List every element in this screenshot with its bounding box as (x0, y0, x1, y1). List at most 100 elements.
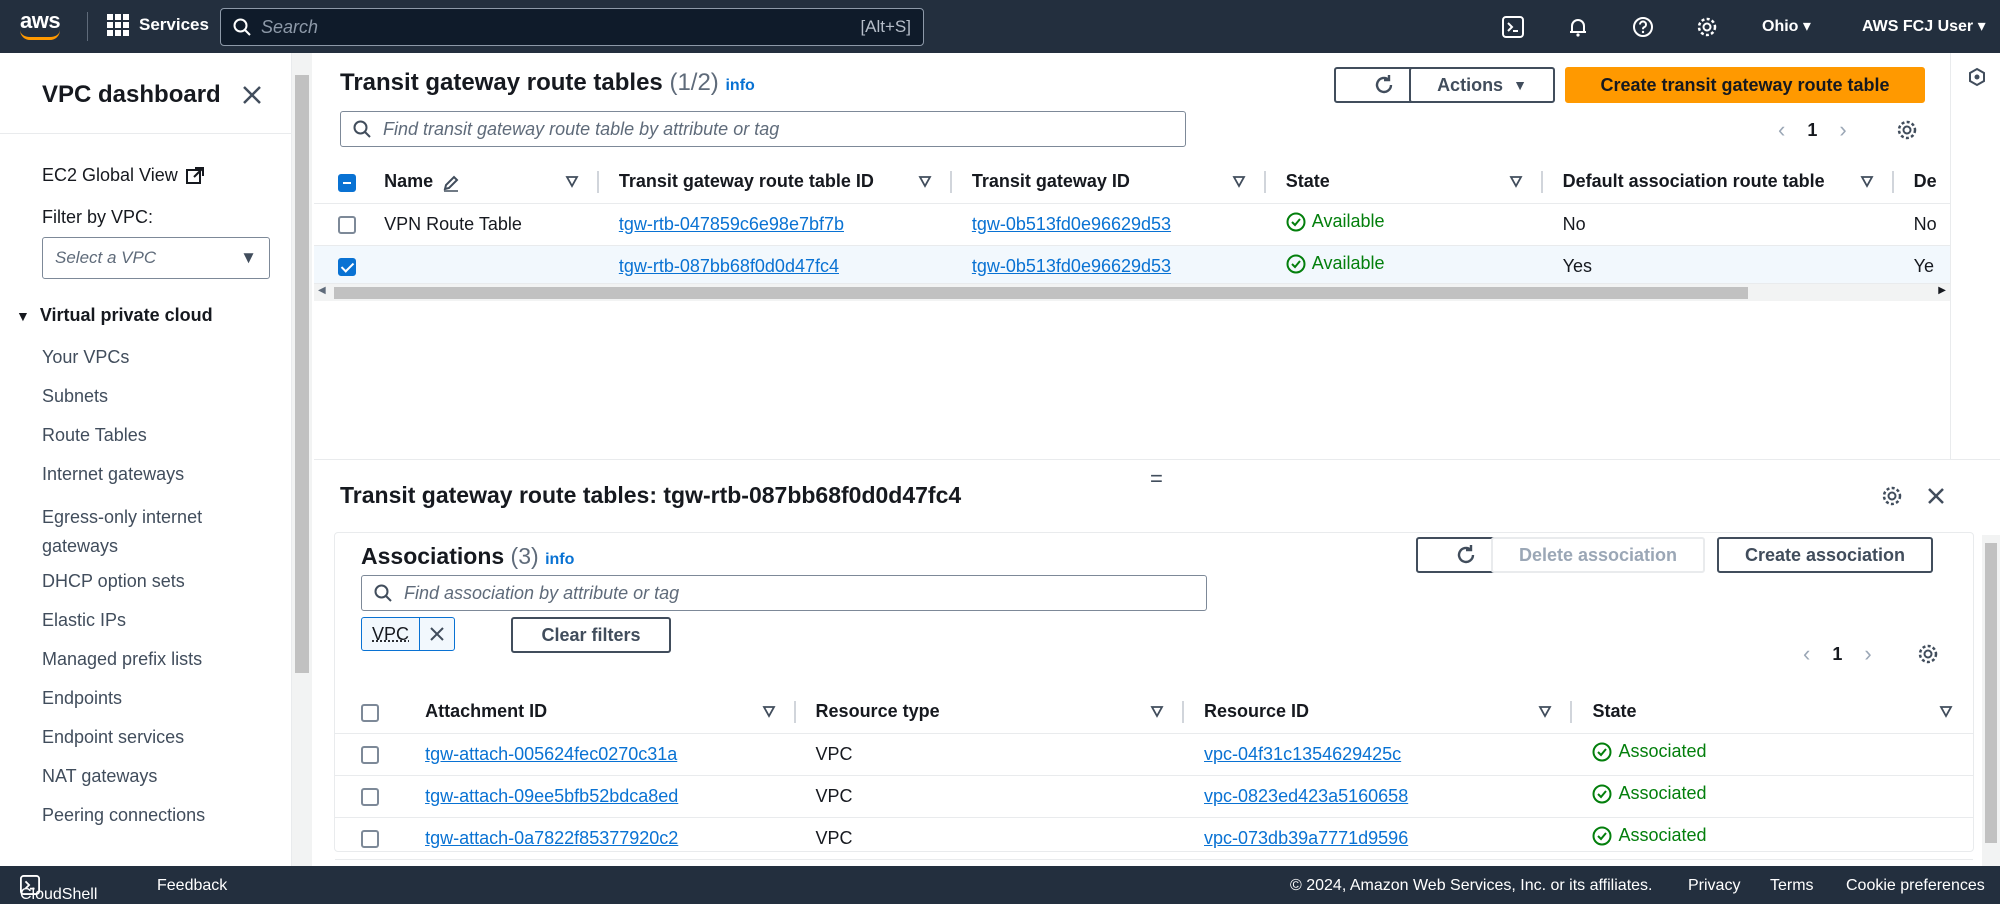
scrollbar-thumb[interactable] (334, 287, 1748, 299)
services-menu-button[interactable]: Services (107, 14, 209, 36)
column-header-name[interactable]: Name (364, 161, 599, 204)
row-checkbox[interactable] (361, 787, 379, 806)
split-preferences-gear-icon[interactable] (1881, 485, 1903, 512)
help-icon[interactable] (1630, 14, 1656, 40)
table-row-selected[interactable]: tgw-rtb-087bb68f0d0d47fc4 tgw-0b513fd0e9… (314, 244, 2000, 288)
cloudshell-icon[interactable] (1500, 14, 1526, 40)
sort-caret-icon[interactable] (1860, 174, 1874, 188)
sort-caret-icon[interactable] (1509, 174, 1523, 188)
cloudshell-button[interactable]: CloudShell (20, 875, 97, 903)
tools-panel-icon[interactable] (1967, 67, 1987, 92)
filter-token-label[interactable]: VPC (362, 618, 421, 650)
table-row[interactable]: tgw-attach-09ee5bfb52bdca8ed VPC vpc-082… (335, 775, 1973, 818)
create-route-table-button[interactable]: Create transit gateway route table (1565, 67, 1925, 103)
table-horizontal-scrollbar[interactable]: ◀ ▶ (314, 283, 1950, 301)
nav-item-managed-prefix-lists[interactable]: Managed prefix lists (42, 649, 202, 670)
associations-preferences-gear-icon[interactable] (1917, 643, 1939, 670)
split-panel-resize-handle[interactable]: = (1150, 466, 1163, 492)
table-row[interactable]: tgw-attach-005624fec0270c31a VPC vpc-04f… (335, 733, 1973, 776)
row-checkbox[interactable] (338, 215, 356, 234)
resource-id-link[interactable]: vpc-0823ed423a5160658 (1204, 786, 1408, 806)
aws-logo[interactable]: aws (20, 10, 70, 44)
table-row[interactable]: tgw-attach-0a7822f85377920c2 VPC vpc-073… (335, 817, 1973, 860)
nav-item-peering-connections[interactable]: Peering connections (42, 805, 205, 826)
resource-id-link[interactable]: vpc-073db39a7771d9596 (1204, 828, 1408, 848)
sort-caret-icon[interactable] (1538, 704, 1553, 718)
nav-item-subnets[interactable]: Subnets (42, 386, 108, 407)
route-table-filter[interactable] (340, 111, 1186, 147)
row-checkbox[interactable] (361, 745, 379, 764)
nav-item-elastic-ips[interactable]: Elastic IPs (42, 610, 126, 631)
resource-id-link[interactable]: vpc-04f31c1354629425c (1204, 744, 1401, 764)
row-checkbox-checked[interactable] (338, 257, 356, 276)
tgw-id-link[interactable]: tgw-0b513fd0e96629d53 (972, 214, 1171, 234)
vpc-filter-select[interactable]: Select a VPC ▼ (42, 237, 270, 279)
nav-item-your-vpcs[interactable]: Your VPCs (42, 347, 129, 368)
column-header-tgw-id[interactable]: Transit gateway ID (951, 161, 1266, 204)
split-panel-scrollbar[interactable] (1982, 535, 2000, 866)
column-header-rtb-id[interactable]: Transit gateway route table ID (598, 161, 952, 204)
notifications-bell-icon[interactable] (1565, 14, 1591, 40)
ec2-global-view-link[interactable]: EC2 Global View (42, 165, 204, 186)
remove-token-close-icon[interactable] (420, 618, 454, 650)
create-association-button[interactable]: Create association (1717, 537, 1933, 573)
chevron-right-icon[interactable]: › (1839, 117, 1846, 143)
association-filter-input[interactable] (404, 582, 1194, 604)
chevron-left-icon[interactable]: ‹ (1803, 641, 1810, 667)
scroll-left-arrow-icon[interactable]: ◀ (318, 285, 326, 296)
nav-item-endpoint-services[interactable]: Endpoint services (42, 727, 184, 748)
nav-section-virtual-private-cloud[interactable]: ▼ Virtual private cloud (16, 305, 213, 326)
column-header-attachment-id[interactable]: Attachment ID (405, 691, 796, 734)
settings-gear-icon[interactable] (1694, 14, 1720, 40)
global-search-input[interactable] (261, 16, 861, 38)
close-icon[interactable] (240, 83, 268, 111)
actions-dropdown-button[interactable]: Actions ▼ (1409, 67, 1555, 103)
nav-item-dhcp-option-sets[interactable]: DHCP option sets (42, 571, 185, 592)
global-search-bar[interactable]: [Alt+S] (220, 8, 924, 46)
clear-filters-button[interactable]: Clear filters (511, 617, 671, 653)
column-header-resource-id[interactable]: Resource ID (1184, 691, 1573, 734)
sort-caret-icon[interactable] (1939, 704, 1953, 718)
row-checkbox[interactable] (361, 829, 379, 848)
close-icon[interactable] (1926, 486, 1946, 511)
association-filter[interactable] (361, 575, 1207, 611)
chevron-left-icon[interactable]: ‹ (1778, 117, 1785, 143)
tgw-id-link[interactable]: tgw-0b513fd0e96629d53 (972, 256, 1171, 276)
user-menu[interactable]: AWS FCJ User ▾ (1862, 16, 1986, 36)
sort-caret-icon[interactable] (565, 174, 579, 188)
sort-caret-icon[interactable] (918, 174, 932, 188)
scroll-right-arrow-icon[interactable]: ▶ (1938, 285, 1946, 296)
select-all-checkbox[interactable] (361, 703, 379, 722)
sort-caret-icon[interactable] (1150, 704, 1164, 718)
nav-item-egress-only-internet-gateways[interactable]: Egress-only internet gateways (42, 503, 242, 561)
rtb-id-link[interactable]: tgw-rtb-087bb68f0d0d47fc4 (619, 256, 839, 276)
attachment-id-link[interactable]: tgw-attach-0a7822f85377920c2 (425, 828, 678, 848)
region-selector[interactable]: Ohio ▾ (1762, 16, 1811, 36)
attachment-id-link[interactable]: tgw-attach-005624fec0270c31a (425, 744, 677, 764)
select-all-checkbox[interactable] (338, 173, 356, 192)
scrollbar-thumb[interactable] (295, 75, 309, 673)
nav-item-route-tables[interactable]: Route Tables (42, 425, 147, 446)
sort-caret-icon[interactable] (762, 704, 776, 718)
attachment-id-link[interactable]: tgw-attach-09ee5bfb52bdca8ed (425, 786, 678, 806)
page-number[interactable]: 1 (1832, 644, 1842, 665)
rtb-id-link[interactable]: tgw-rtb-047859c6e98e7bf7b (619, 214, 844, 234)
sort-caret-icon[interactable] (1232, 174, 1246, 188)
page-number[interactable]: 1 (1807, 120, 1817, 141)
table-row[interactable]: VPN Route Table tgw-rtb-047859c6e98e7bf7… (314, 203, 2000, 246)
info-link[interactable]: info (545, 551, 574, 568)
cookie-preferences-link[interactable]: Cookie preferences (1846, 877, 1985, 895)
column-header-default-association[interactable]: Default association route table (1542, 161, 1894, 204)
delete-association-button[interactable]: Delete association (1491, 537, 1705, 573)
column-header-resource-type[interactable]: Resource type (795, 691, 1185, 734)
privacy-link[interactable]: Privacy (1688, 877, 1740, 895)
chevron-right-icon[interactable]: › (1864, 641, 1871, 667)
sidenav-scrollbar[interactable] (292, 53, 312, 866)
column-header-state[interactable]: State (1572, 691, 1973, 734)
info-link[interactable]: info (725, 77, 754, 94)
route-table-filter-input[interactable] (383, 118, 1173, 140)
sidenav-title[interactable]: VPC dashboard (42, 81, 221, 109)
scrollbar-thumb[interactable] (1985, 543, 1997, 843)
column-header-state[interactable]: State (1265, 161, 1543, 204)
nav-item-nat-gateways[interactable]: NAT gateways (42, 766, 157, 787)
